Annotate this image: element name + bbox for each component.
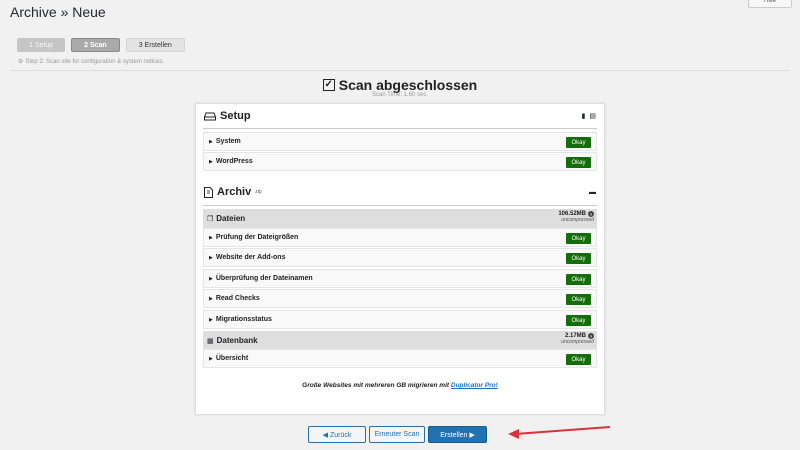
row-label: WordPress — [215, 158, 253, 165]
build-button[interactable]: Erstellen ▶ — [428, 426, 487, 443]
size-note: uncompressed — [561, 217, 594, 223]
row-label: Überprüfung der Dateinamen — [215, 275, 313, 282]
dateien-row-read-checks[interactable]: ▶ Read Checks Okay — [203, 289, 597, 308]
duplicator-pro-link[interactable]: Duplicator Pro! — [451, 382, 498, 389]
scan-time: Scan Time: 1.60 sec. — [371, 92, 429, 98]
row-label: Read Checks — [215, 295, 260, 302]
step-setup: 1 Setup — [17, 38, 66, 52]
status-badge: Okay — [566, 354, 591, 365]
caret-right-icon: ▶ — [209, 275, 213, 282]
status-badge: Okay — [566, 253, 591, 264]
setup-title: Setup — [220, 110, 251, 122]
setup-row-system[interactable]: ▶ System Okay — [203, 132, 597, 151]
divider — [10, 70, 790, 71]
promo-label: Große Websites mit mehreren GB migrieren… — [302, 382, 450, 389]
page-title: Archive » Neue — [10, 4, 106, 20]
datenbank-title: Datenbank — [216, 336, 258, 345]
status-badge: Okay — [566, 157, 591, 168]
caret-right-icon: ▶ — [209, 158, 213, 165]
gear-icon: ⚙ — [18, 59, 24, 65]
section-divider — [203, 128, 597, 129]
caret-right-icon: ▶ — [209, 295, 213, 302]
row-label: Website der Add-ons — [215, 254, 286, 261]
step-note: ⚙ Step 2: Scan site for configuration & … — [18, 58, 165, 66]
status-badge: Okay — [566, 137, 591, 148]
details-icon[interactable]: ▬ — [589, 189, 596, 196]
archiv-title: Archiv — [217, 186, 252, 198]
dateien-size: 106.52MB? uncompressed — [558, 211, 594, 223]
table-icon: ▦ — [207, 337, 214, 345]
row-label: System — [215, 138, 241, 145]
setup-row-wordpress[interactable]: ▶ WordPress Okay — [203, 152, 597, 171]
archiv-format: zip — [255, 189, 262, 195]
scan-title-text: Scan abgeschlossen — [338, 77, 478, 93]
step-note-text: Step 2: Scan site for configuration & sy… — [25, 58, 165, 65]
status-badge: Okay — [566, 233, 591, 244]
step-build: 3 Erstellen — [125, 38, 185, 52]
status-badge: Okay — [566, 274, 591, 285]
file-icon[interactable]: ▤ — [589, 112, 596, 120]
scan-results-panel: Setup ▮ ▤ ▶ System Okay ▶ WordPress Okay… — [195, 103, 605, 415]
file-archive-icon — [204, 186, 213, 198]
caret-right-icon: ▶ — [209, 254, 213, 261]
datenbank-size: 2.17MB? uncompressed — [561, 333, 594, 345]
back-button[interactable]: ◀ Zurück — [308, 426, 366, 443]
wizard-steps: 1 Setup 2 Scan 3 Erstellen — [17, 38, 185, 52]
rescan-button[interactable]: Erneuter Scan — [369, 426, 425, 443]
setup-section-header: Setup ▮ ▤ — [204, 110, 596, 122]
step-scan: 2 Scan — [71, 38, 120, 52]
section-divider — [203, 205, 597, 206]
status-badge: Okay — [566, 294, 591, 305]
caret-right-icon: ▶ — [209, 316, 213, 323]
caret-right-icon: ▶ — [209, 138, 213, 145]
dateien-title: Dateien — [216, 214, 246, 223]
dateien-row-migration[interactable]: ▶ Migrationsstatus Okay — [203, 310, 597, 329]
row-label: Migrationsstatus — [215, 316, 272, 323]
dateien-row-size-check[interactable]: ▶ Prüfung der Dateigrößen Okay — [203, 228, 597, 247]
scan-title: ✓ Scan abgeschlossen — [0, 77, 800, 93]
row-label: Prüfung der Dateigrößen — [215, 234, 299, 241]
caret-right-icon: ▶ — [209, 355, 213, 362]
datenbank-row-overview[interactable]: ▶ Übersicht Okay — [203, 349, 597, 368]
dateien-row-filenames[interactable]: ▶ Überprüfung der Dateinamen Okay — [203, 269, 597, 288]
row-label: Übersicht — [215, 355, 249, 362]
dateien-row-addons[interactable]: ▶ Website der Add-ons Okay — [203, 248, 597, 267]
server-icon[interactable]: ▮ — [582, 112, 586, 120]
promo-text: Große Websites mit mehreren GB migrieren… — [196, 382, 604, 389]
copy-files-icon: ❐ — [207, 215, 214, 223]
datenbank-header: ▦ Datenbank 2.17MB? uncompressed — [203, 331, 597, 350]
archiv-section-header: Archiv zip ▬ — [204, 186, 596, 198]
status-badge: Okay — [566, 315, 591, 326]
size-note: uncompressed — [561, 339, 594, 345]
caret-right-icon: ▶ — [209, 234, 213, 241]
dateien-header: ❐ Dateien 106.52MB? uncompressed — [203, 209, 597, 228]
help-button[interactable]: Hilfe — [748, 0, 792, 8]
hard-drive-icon — [204, 112, 216, 120]
checkbox-checked-icon: ✓ — [322, 79, 335, 91]
